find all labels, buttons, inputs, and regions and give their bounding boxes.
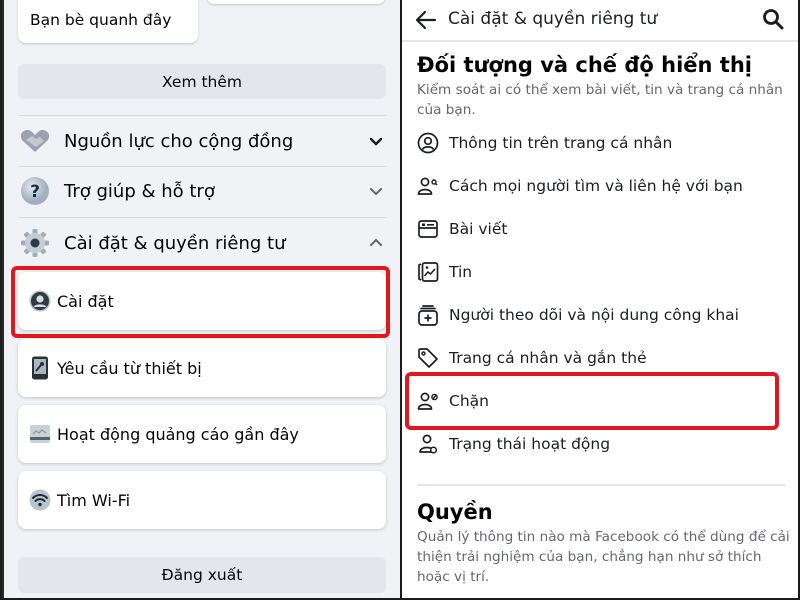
handshake-icon bbox=[20, 126, 50, 156]
wifi-icon bbox=[29, 489, 51, 511]
shortcut-card-nearby-friends[interactable]: Bạn bè quanh đây bbox=[18, 0, 198, 43]
block-user-icon bbox=[417, 392, 438, 410]
shortcut-card-label: Bạn bè quanh đây bbox=[30, 11, 172, 29]
settings-item-how-people-find-you[interactable]: Cách mọi người tìm và liên hệ với bạn bbox=[402, 166, 798, 206]
settings-item-profile-info[interactable]: Thông tin trên trang cá nhân bbox=[402, 123, 798, 163]
menu-item-label: Cài đặt bbox=[57, 291, 114, 311]
settings-item-active-status[interactable]: Trạng thái hoạt động bbox=[402, 424, 798, 464]
settings-privacy-panel: Cài đặt & quyền riêng tư Đối tượng và ch… bbox=[400, 0, 800, 600]
settings-item-blocking[interactable]: Chặn bbox=[402, 381, 798, 421]
search-icon[interactable] bbox=[762, 8, 784, 30]
frame-border bbox=[2, 0, 4, 598]
section-community-resources[interactable]: Nguồn lực cho cộng đồng bbox=[2, 116, 400, 166]
settings-item-label: Cách mọi người tìm và liên hệ với bạn bbox=[449, 177, 743, 195]
section-description-permissions: Quản lý thông tin nào mà Facebook có thể… bbox=[417, 529, 790, 585]
left-menu-panel: Bạn bè quanh đây Xem thêm Nguồn lực cho … bbox=[0, 0, 400, 600]
tag-icon bbox=[418, 348, 438, 368]
settings-item-label: Chặn bbox=[449, 392, 489, 410]
svg-text:?: ? bbox=[30, 182, 40, 202]
section-title-audience: Đối tượng và chế độ hiển thị bbox=[417, 53, 752, 77]
shortcut-card[interactable] bbox=[207, 0, 385, 4]
section-settings-privacy[interactable]: Cài đặt & quyền riêng tư bbox=[2, 218, 400, 268]
settings-item-stories[interactable]: Tin bbox=[402, 252, 798, 292]
gear-icon bbox=[20, 228, 50, 258]
settings-item-label: Tin bbox=[449, 263, 473, 281]
chevron-down-icon[interactable] bbox=[368, 183, 384, 199]
settings-item-label: Trạng thái hoạt động bbox=[449, 435, 611, 453]
menu-item-find-wifi[interactable]: Tìm Wi-Fi bbox=[18, 471, 386, 529]
menu-item-label: Yêu cầu từ thiết bị bbox=[57, 358, 202, 378]
section-title-permissions: Quyền bbox=[417, 500, 493, 524]
arrow-left-icon[interactable] bbox=[414, 8, 438, 32]
settings-item-label: Thông tin trên trang cá nhân bbox=[449, 134, 673, 152]
settings-item-followers-public-content[interactable]: Người theo dõi và nội dung công khai bbox=[402, 295, 798, 335]
post-icon bbox=[418, 220, 438, 238]
followers-icon bbox=[418, 305, 438, 326]
settings-item-label: Người theo dõi và nội dung công khai bbox=[449, 306, 739, 324]
settings-item-label: Bài viết bbox=[449, 220, 508, 238]
user-circle-icon bbox=[29, 290, 51, 312]
stories-icon bbox=[418, 262, 439, 282]
section-description-audience: Kiểm soát ai có thể xem bài viết, tin và… bbox=[417, 82, 783, 118]
logout-button[interactable]: Đăng xuất bbox=[18, 557, 386, 593]
menu-item-settings[interactable]: Cài đặt bbox=[18, 272, 386, 330]
settings-item-posts[interactable]: Bài viết bbox=[402, 209, 798, 249]
ad-activity-icon bbox=[29, 423, 51, 445]
page-title: Cài đặt & quyền riêng tư bbox=[448, 9, 658, 29]
section-label: Nguồn lực cho cộng đồng bbox=[64, 130, 294, 152]
menu-item-label: Tìm Wi-Fi bbox=[57, 490, 131, 510]
see-more-button[interactable]: Xem thêm bbox=[18, 64, 386, 99]
settings-item-profile-tagging[interactable]: Trang cá nhân và gắn thẻ bbox=[402, 338, 798, 378]
profile-circle-icon bbox=[417, 132, 439, 154]
divider bbox=[417, 484, 785, 486]
section-help-support[interactable]: ? Trợ giúp & hỗ trợ bbox=[2, 166, 400, 216]
menu-item-recent-ad-activity[interactable]: Hoạt động quảng cáo gần đây bbox=[18, 405, 386, 463]
chevron-down-icon[interactable] bbox=[368, 133, 384, 149]
chevron-up-icon[interactable] bbox=[368, 235, 384, 251]
menu-item-label: Hoạt động quảng cáo gần đây bbox=[57, 424, 299, 444]
section-label: Cài đặt & quyền riêng tư bbox=[64, 232, 286, 254]
top-bar: Cài đặt & quyền riêng tư bbox=[402, 0, 798, 42]
help-question-icon: ? bbox=[20, 176, 50, 206]
section-label: Trợ giúp & hỗ trợ bbox=[64, 180, 215, 202]
settings-item-label: Trang cá nhân và gắn thẻ bbox=[449, 349, 647, 367]
people-search-icon bbox=[417, 177, 438, 195]
menu-item-device-requests[interactable]: Yêu cầu từ thiết bị bbox=[18, 339, 386, 397]
active-status-icon bbox=[419, 434, 438, 454]
phone-key-icon bbox=[29, 356, 51, 380]
